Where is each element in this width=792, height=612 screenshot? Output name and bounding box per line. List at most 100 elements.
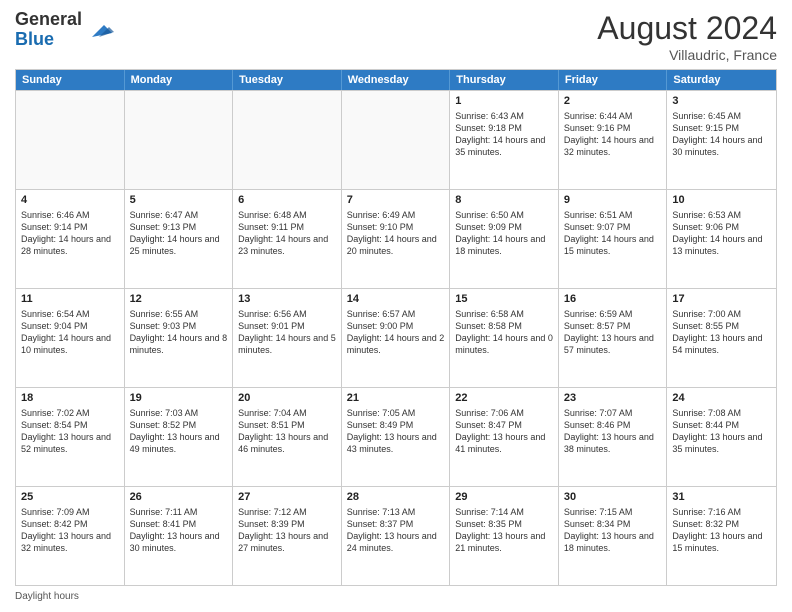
header-thursday: Thursday [450, 70, 559, 90]
sun-info: Sunrise: 6:53 AMSunset: 9:06 PMDaylight:… [672, 209, 771, 258]
calendar-cell: 19Sunrise: 7:03 AMSunset: 8:52 PMDayligh… [125, 388, 234, 486]
day-number: 28 [347, 490, 445, 505]
location: Villaudric, France [597, 47, 777, 63]
sun-info: Sunrise: 6:59 AMSunset: 8:57 PMDaylight:… [564, 308, 662, 357]
sun-info: Sunrise: 6:55 AMSunset: 9:03 PMDaylight:… [130, 308, 228, 357]
title-block: August 2024 Villaudric, France [597, 10, 777, 63]
calendar-cell: 27Sunrise: 7:12 AMSunset: 8:39 PMDayligh… [233, 487, 342, 585]
sun-info: Sunrise: 7:04 AMSunset: 8:51 PMDaylight:… [238, 407, 336, 456]
header-saturday: Saturday [667, 70, 776, 90]
sun-info: Sunrise: 7:14 AMSunset: 8:35 PMDaylight:… [455, 506, 553, 555]
day-number: 9 [564, 193, 662, 208]
day-number: 16 [564, 292, 662, 307]
sun-info: Sunrise: 7:05 AMSunset: 8:49 PMDaylight:… [347, 407, 445, 456]
sun-info: Sunrise: 7:03 AMSunset: 8:52 PMDaylight:… [130, 407, 228, 456]
sun-info: Sunrise: 6:51 AMSunset: 9:07 PMDaylight:… [564, 209, 662, 258]
day-number: 14 [347, 292, 445, 307]
calendar-cell: 2Sunrise: 6:44 AMSunset: 9:16 PMDaylight… [559, 91, 668, 189]
calendar-row: 4Sunrise: 6:46 AMSunset: 9:14 PMDaylight… [16, 189, 776, 288]
day-number: 12 [130, 292, 228, 307]
sun-info: Sunrise: 7:06 AMSunset: 8:47 PMDaylight:… [455, 407, 553, 456]
day-number: 24 [672, 391, 771, 406]
sun-info: Sunrise: 7:16 AMSunset: 8:32 PMDaylight:… [672, 506, 771, 555]
day-number: 17 [672, 292, 771, 307]
calendar-row: 18Sunrise: 7:02 AMSunset: 8:54 PMDayligh… [16, 387, 776, 486]
day-number: 19 [130, 391, 228, 406]
calendar-cell: 16Sunrise: 6:59 AMSunset: 8:57 PMDayligh… [559, 289, 668, 387]
day-number: 2 [564, 94, 662, 109]
page: General Blue August 2024 Villaudric, Fra… [0, 0, 792, 612]
sun-info: Sunrise: 7:09 AMSunset: 8:42 PMDaylight:… [21, 506, 119, 555]
header-friday: Friday [559, 70, 668, 90]
calendar-row: 11Sunrise: 6:54 AMSunset: 9:04 PMDayligh… [16, 288, 776, 387]
header-monday: Monday [125, 70, 234, 90]
calendar-cell: 4Sunrise: 6:46 AMSunset: 9:14 PMDaylight… [16, 190, 125, 288]
sun-info: Sunrise: 7:13 AMSunset: 8:37 PMDaylight:… [347, 506, 445, 555]
day-number: 6 [238, 193, 336, 208]
header: General Blue August 2024 Villaudric, Fra… [15, 10, 777, 63]
logo: General Blue [15, 10, 114, 50]
calendar-cell [16, 91, 125, 189]
sun-info: Sunrise: 6:47 AMSunset: 9:13 PMDaylight:… [130, 209, 228, 258]
day-number: 25 [21, 490, 119, 505]
calendar-cell: 5Sunrise: 6:47 AMSunset: 9:13 PMDaylight… [125, 190, 234, 288]
day-number: 3 [672, 94, 771, 109]
calendar-cell: 9Sunrise: 6:51 AMSunset: 9:07 PMDaylight… [559, 190, 668, 288]
day-number: 1 [455, 94, 553, 109]
sun-info: Sunrise: 6:48 AMSunset: 9:11 PMDaylight:… [238, 209, 336, 258]
logo-icon [84, 15, 114, 45]
sun-info: Sunrise: 6:45 AMSunset: 9:15 PMDaylight:… [672, 110, 771, 159]
calendar-cell: 12Sunrise: 6:55 AMSunset: 9:03 PMDayligh… [125, 289, 234, 387]
day-number: 11 [21, 292, 119, 307]
sun-info: Sunrise: 6:46 AMSunset: 9:14 PMDaylight:… [21, 209, 119, 258]
sun-info: Sunrise: 6:44 AMSunset: 9:16 PMDaylight:… [564, 110, 662, 159]
logo-text: General Blue [15, 10, 82, 50]
day-number: 13 [238, 292, 336, 307]
day-number: 5 [130, 193, 228, 208]
sun-info: Sunrise: 7:08 AMSunset: 8:44 PMDaylight:… [672, 407, 771, 456]
calendar-cell: 29Sunrise: 7:14 AMSunset: 8:35 PMDayligh… [450, 487, 559, 585]
day-number: 31 [672, 490, 771, 505]
calendar-cell: 6Sunrise: 6:48 AMSunset: 9:11 PMDaylight… [233, 190, 342, 288]
calendar-cell [125, 91, 234, 189]
calendar-header: Sunday Monday Tuesday Wednesday Thursday… [16, 70, 776, 90]
calendar-cell: 31Sunrise: 7:16 AMSunset: 8:32 PMDayligh… [667, 487, 776, 585]
calendar-cell: 23Sunrise: 7:07 AMSunset: 8:46 PMDayligh… [559, 388, 668, 486]
sun-info: Sunrise: 6:58 AMSunset: 8:58 PMDaylight:… [455, 308, 553, 357]
calendar-cell: 26Sunrise: 7:11 AMSunset: 8:41 PMDayligh… [125, 487, 234, 585]
calendar-cell [233, 91, 342, 189]
day-number: 30 [564, 490, 662, 505]
sun-info: Sunrise: 7:15 AMSunset: 8:34 PMDaylight:… [564, 506, 662, 555]
day-number: 4 [21, 193, 119, 208]
sun-info: Sunrise: 7:11 AMSunset: 8:41 PMDaylight:… [130, 506, 228, 555]
calendar: Sunday Monday Tuesday Wednesday Thursday… [15, 69, 777, 586]
calendar-row: 25Sunrise: 7:09 AMSunset: 8:42 PMDayligh… [16, 486, 776, 585]
calendar-cell: 22Sunrise: 7:06 AMSunset: 8:47 PMDayligh… [450, 388, 559, 486]
day-number: 23 [564, 391, 662, 406]
calendar-cell: 14Sunrise: 6:57 AMSunset: 9:00 PMDayligh… [342, 289, 451, 387]
day-number: 10 [672, 193, 771, 208]
day-number: 21 [347, 391, 445, 406]
day-number: 29 [455, 490, 553, 505]
calendar-cell: 7Sunrise: 6:49 AMSunset: 9:10 PMDaylight… [342, 190, 451, 288]
sun-info: Sunrise: 6:54 AMSunset: 9:04 PMDaylight:… [21, 308, 119, 357]
calendar-cell: 30Sunrise: 7:15 AMSunset: 8:34 PMDayligh… [559, 487, 668, 585]
calendar-cell: 10Sunrise: 6:53 AMSunset: 9:06 PMDayligh… [667, 190, 776, 288]
sun-info: Sunrise: 7:00 AMSunset: 8:55 PMDaylight:… [672, 308, 771, 357]
header-sunday: Sunday [16, 70, 125, 90]
month-year: August 2024 [597, 10, 777, 47]
day-number: 22 [455, 391, 553, 406]
day-number: 27 [238, 490, 336, 505]
day-number: 18 [21, 391, 119, 406]
header-tuesday: Tuesday [233, 70, 342, 90]
day-number: 7 [347, 193, 445, 208]
calendar-cell: 17Sunrise: 7:00 AMSunset: 8:55 PMDayligh… [667, 289, 776, 387]
calendar-cell: 15Sunrise: 6:58 AMSunset: 8:58 PMDayligh… [450, 289, 559, 387]
calendar-cell: 1Sunrise: 6:43 AMSunset: 9:18 PMDaylight… [450, 91, 559, 189]
calendar-cell: 18Sunrise: 7:02 AMSunset: 8:54 PMDayligh… [16, 388, 125, 486]
calendar-row: 1Sunrise: 6:43 AMSunset: 9:18 PMDaylight… [16, 90, 776, 189]
daylight-label: Daylight hours [15, 591, 79, 602]
logo-blue: Blue [15, 30, 82, 50]
calendar-cell: 13Sunrise: 6:56 AMSunset: 9:01 PMDayligh… [233, 289, 342, 387]
header-wednesday: Wednesday [342, 70, 451, 90]
